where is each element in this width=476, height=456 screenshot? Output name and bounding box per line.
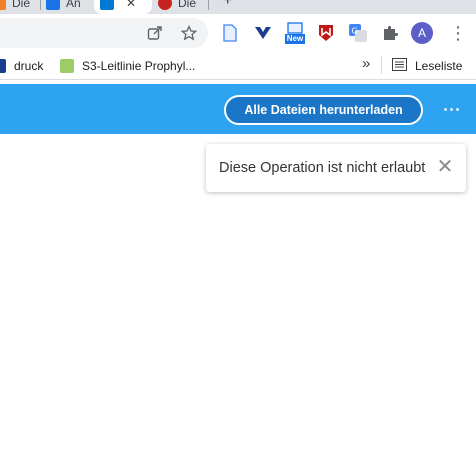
svg-text:G: G	[352, 27, 358, 36]
tab-2-label: An	[66, 0, 81, 10]
bookmark-s3-icon	[60, 59, 74, 73]
download-all-button[interactable]: Alle Dateien herunterladen	[224, 95, 423, 125]
new-tab-icon[interactable]: +	[223, 0, 232, 10]
browser-menu-icon[interactable]: ⋮	[449, 23, 467, 44]
new-extension-icon[interactable]: New	[283, 20, 307, 46]
bookmark-star-icon[interactable]	[179, 23, 199, 43]
extensions-puzzle-icon[interactable]	[380, 23, 400, 43]
tab-4-favicon-icon	[158, 0, 172, 10]
browser-toolbar: New G A ⋮	[0, 14, 476, 52]
reading-list[interactable]: Leseliste	[392, 57, 462, 75]
reading-list-icon	[392, 58, 407, 74]
bookmark-druck[interactable]: druck	[0, 57, 43, 75]
tab-4-label: Die	[178, 0, 197, 10]
toast-message: Diese Operation ist nicht erlaubt	[219, 160, 426, 176]
bookmark-s3-leitlinie[interactable]: S3-Leitlinie Prophyl...	[60, 57, 195, 75]
tab-1-label: Die	[12, 0, 31, 10]
reading-list-label: Leseliste	[415, 59, 463, 73]
more-options-icon[interactable]	[440, 98, 462, 120]
address-bar[interactable]	[0, 18, 208, 48]
share-icon[interactable]	[145, 23, 165, 43]
mcafee-icon[interactable]	[316, 23, 336, 43]
tab-active[interactable]: ✕	[94, 0, 152, 14]
document-icon[interactable]	[220, 23, 240, 43]
tab-2-favicon-icon	[46, 0, 60, 10]
profile-avatar[interactable]: A	[411, 22, 433, 44]
bookmark-druck-icon	[0, 59, 6, 73]
tab-close-icon[interactable]: ✕	[126, 0, 136, 10]
tab-2[interactable]: An	[40, 0, 92, 14]
error-toast: Diese Operation ist nicht erlaubt ✕	[206, 144, 466, 192]
new-badge: New	[284, 34, 306, 44]
tab-4[interactable]: Die	[152, 0, 208, 14]
toast-close-icon[interactable]: ✕	[436, 157, 454, 177]
tab-active-favicon-icon	[100, 0, 114, 10]
tab-strip: Die An ✕ Die +	[0, 0, 476, 14]
bookmark-druck-label: druck	[14, 59, 44, 73]
bookmarks-overflow-icon[interactable]: »	[362, 55, 370, 72]
bookmark-s3-label: S3-Leitlinie Prophyl...	[82, 59, 196, 73]
tab-1-favicon-icon	[0, 0, 6, 10]
vpn-heart-icon[interactable]	[253, 23, 273, 43]
bookmarks-bar: druck S3-Leitlinie Prophyl... » Leselist…	[0, 52, 476, 80]
app-header: Alle Dateien herunterladen	[0, 84, 476, 134]
translate-icon[interactable]: G	[348, 23, 368, 43]
